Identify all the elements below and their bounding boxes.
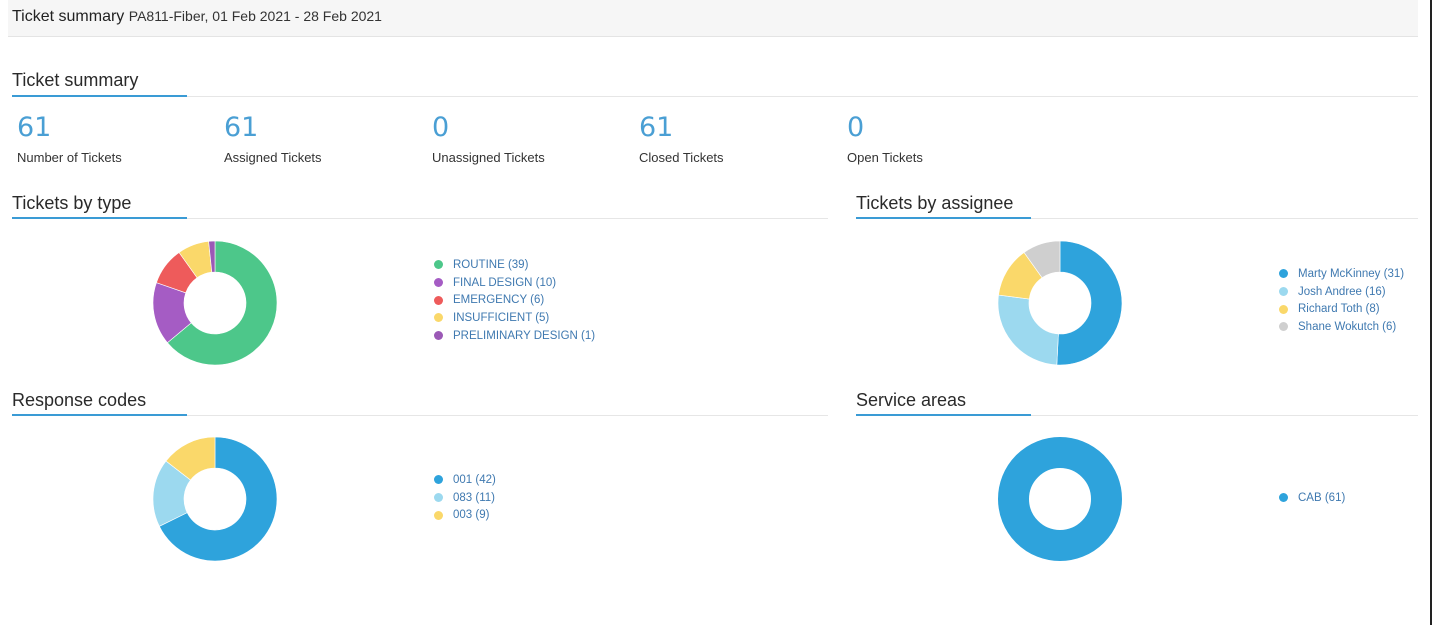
- header-bar: Ticket summary PA811-Fiber, 01 Feb 2021 …: [8, 0, 1418, 37]
- legend-dot-icon: [434, 331, 443, 341]
- legend-item[interactable]: FINAL DESIGN (10): [434, 274, 595, 292]
- legend-item[interactable]: 001 (42): [434, 471, 496, 489]
- donut-slice-marty-mckinney[interactable]: [1056, 241, 1122, 365]
- response-codes-donut: [153, 437, 277, 561]
- stat-value: 0: [847, 112, 865, 143]
- legend-item[interactable]: CAB (61): [1279, 489, 1345, 507]
- donut-slice-josh-andree[interactable]: [998, 294, 1059, 365]
- legend-label: ROUTINE (39): [453, 258, 529, 271]
- legend-label: EMERGENCY (6): [453, 294, 545, 307]
- stat-label: Closed Tickets: [639, 150, 724, 165]
- legend-label: Josh Andree (16): [1298, 285, 1386, 298]
- stat-label: Unassigned Tickets: [432, 150, 545, 165]
- tickets-by-type-donut: [153, 241, 277, 365]
- tickets-by-assignee-legend: Marty McKinney (31) Josh Andree (16) Richa…: [1279, 265, 1404, 336]
- legend-item[interactable]: INSUFFICIENT (5): [434, 309, 595, 327]
- legend-dot-icon: [1279, 304, 1288, 314]
- page-subtitle: PA811-Fiber, 01 Feb 2021 - 28 Feb 2021: [128, 8, 382, 24]
- legend-label: 003 (9): [453, 509, 490, 522]
- page: Ticket summary PA811-Fiber, 01 Feb 2021 …: [0, 0, 1436, 625]
- legend-dot-icon: [434, 313, 443, 323]
- legend-label: INSUFFICIENT (5): [453, 311, 550, 324]
- response-codes-heading: Response codes: [12, 390, 147, 410]
- legend-item[interactable]: Shane Wokutch (6): [1279, 318, 1404, 336]
- page-title-text: Ticket summary: [12, 8, 125, 25]
- tickets-by-type-legend: ROUTINE (39) FINAL DESIGN (10) EMERGENCY (…: [434, 256, 595, 344]
- stat-label: Open Tickets: [847, 150, 923, 165]
- ticket-summary-divider: [12, 96, 1418, 97]
- legend-dot-icon: [434, 493, 443, 503]
- stat-value: 61: [639, 112, 674, 143]
- response-codes-legend: 001 (42) 083 (11) 003 (9): [434, 471, 496, 524]
- ticket-summary-underline: [12, 95, 187, 97]
- stat-number-of-tickets: 61 Number of Tickets: [17, 112, 197, 166]
- legend-label: 083 (11): [453, 491, 495, 504]
- stat-value: 61: [17, 112, 52, 143]
- legend-item[interactable]: Josh Andree (16): [1279, 283, 1404, 301]
- stat-unassigned-tickets: 0 Unassigned Tickets: [432, 112, 612, 166]
- legend-dot-icon: [434, 510, 443, 520]
- stat-open-tickets: 0 Open Tickets: [847, 112, 1027, 166]
- legend-item[interactable]: EMERGENCY (6): [434, 291, 595, 309]
- legend-item[interactable]: Richard Toth (8): [1279, 300, 1404, 318]
- service-areas-donut: [998, 437, 1122, 561]
- tickets-by-type-underline: [12, 217, 187, 219]
- ticket-summary-heading: Ticket summary: [12, 70, 139, 90]
- tickets-by-type-heading: Tickets by type: [12, 193, 132, 213]
- service-areas-underline: [856, 414, 1031, 416]
- legend-dot-icon: [434, 475, 443, 485]
- legend-label: Marty McKinney (31): [1298, 267, 1405, 280]
- tickets-by-assignee-heading: Tickets by assignee: [856, 193, 1014, 213]
- legend-dot-icon: [434, 260, 443, 270]
- legend-label: Shane Wokutch (6): [1298, 320, 1397, 333]
- legend-label: FINAL DESIGN (10): [453, 276, 557, 289]
- stat-closed-tickets: 61 Closed Tickets: [639, 112, 819, 166]
- donut-slice-cab[interactable]: [998, 437, 1122, 561]
- page-title: Ticket summary PA811-Fiber, 01 Feb 2021 …: [12, 8, 382, 26]
- legend-dot-icon: [1279, 493, 1288, 503]
- legend-dot-icon: [1279, 287, 1288, 297]
- stat-label: Assigned Tickets: [224, 150, 322, 165]
- legend-label: CAB (61): [1298, 491, 1346, 504]
- tickets-by-assignee-underline: [856, 217, 1031, 219]
- legend-item[interactable]: 003 (9): [434, 506, 496, 524]
- stat-label: Number of Tickets: [17, 150, 122, 165]
- stat-value: 0: [432, 112, 450, 143]
- legend-label: 001 (42): [453, 473, 496, 486]
- stat-value: 61: [224, 112, 259, 143]
- service-areas-legend: CAB (61): [1279, 489, 1345, 507]
- legend-dot-icon: [434, 295, 443, 305]
- service-areas-heading: Service areas: [856, 390, 967, 410]
- legend-label: PRELIMINARY DESIGN (1): [453, 329, 596, 342]
- legend-item[interactable]: PRELIMINARY DESIGN (1): [434, 327, 595, 345]
- tickets-by-assignee-donut: [998, 241, 1122, 365]
- legend-item[interactable]: ROUTINE (39): [434, 256, 595, 274]
- legend-dot-icon: [434, 278, 443, 288]
- legend-dot-icon: [1279, 269, 1288, 279]
- legend-dot-icon: [1279, 322, 1288, 332]
- window-edge: [1430, 0, 1432, 625]
- legend-label: Richard Toth (8): [1298, 303, 1380, 316]
- legend-item[interactable]: Marty McKinney (31): [1279, 265, 1404, 283]
- legend-item[interactable]: 083 (11): [434, 489, 496, 507]
- response-codes-underline: [12, 414, 187, 416]
- stat-assigned-tickets: 61 Assigned Tickets: [224, 112, 404, 166]
